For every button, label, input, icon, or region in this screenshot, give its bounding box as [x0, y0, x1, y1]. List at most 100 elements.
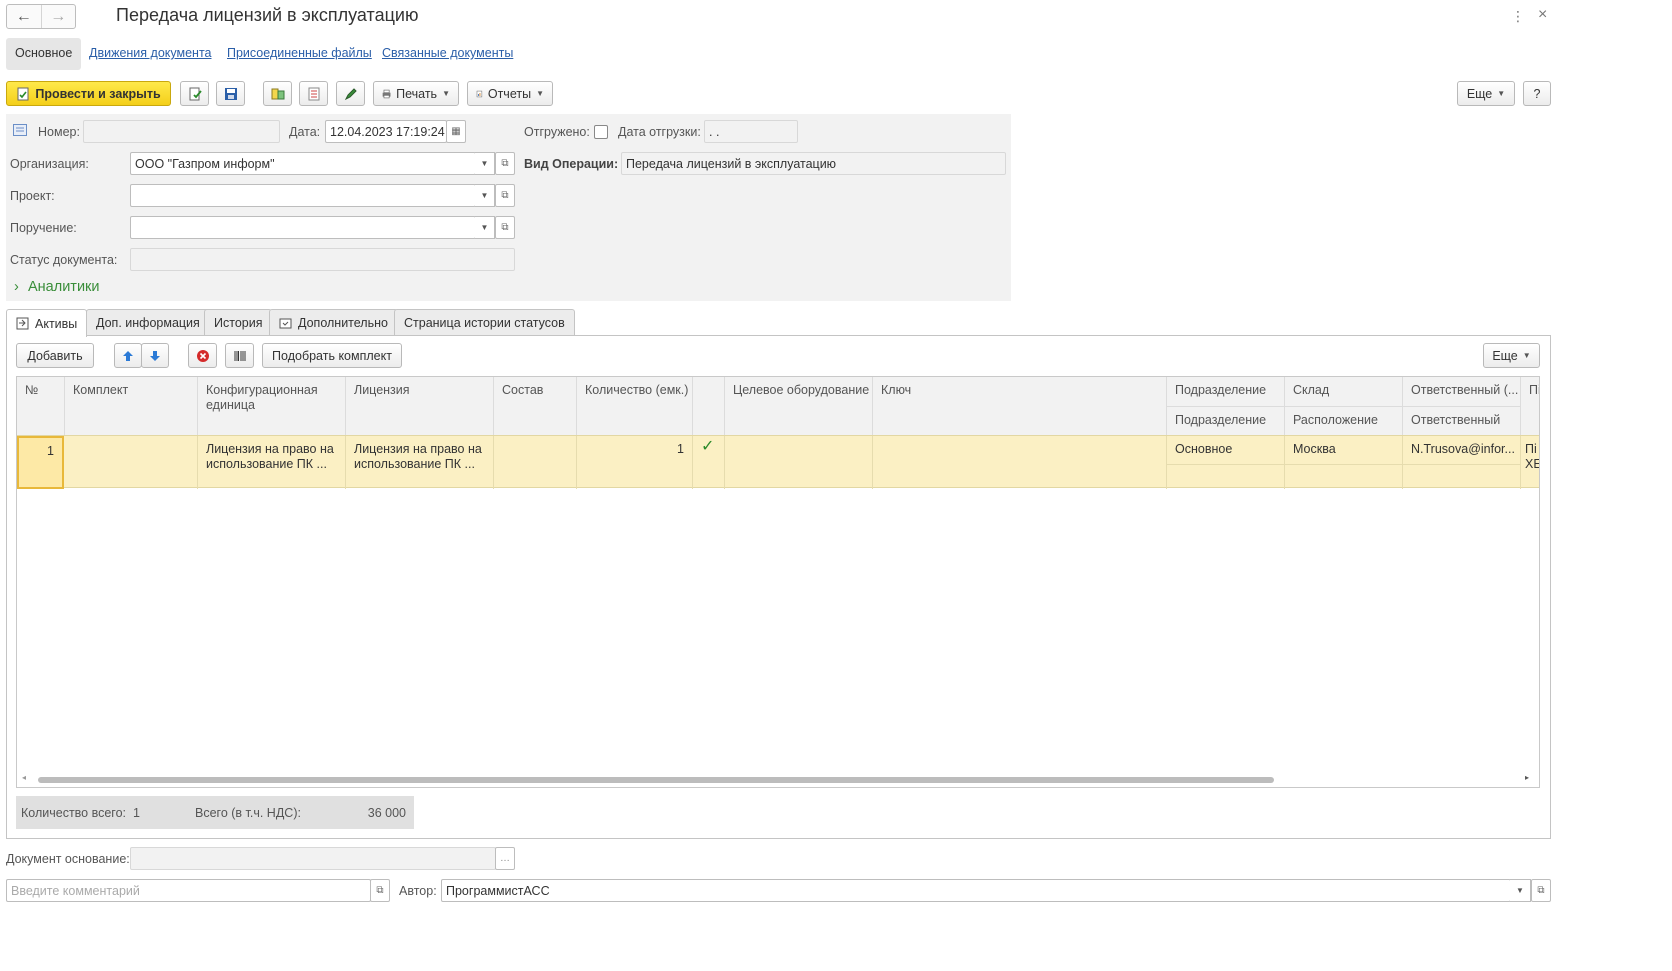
reports-label: Отчеты — [487, 86, 532, 101]
subheader-division[interactable]: Подразделение — [1167, 406, 1285, 435]
column-header-config-unit[interactable]: Конфигурационная единица — [198, 377, 346, 435]
cell-kit[interactable] — [65, 436, 198, 489]
tab-additional[interactable]: Дополнительно — [269, 309, 398, 336]
tab-status-history[interactable]: Страница истории статусов — [394, 309, 575, 336]
delete-row-button[interactable] — [188, 343, 217, 368]
scroll-right-icon[interactable]: ▸ — [1525, 773, 1529, 782]
project-field[interactable] — [130, 184, 476, 207]
column-header-key[interactable]: Ключ — [873, 377, 1167, 435]
cell-quantity[interactable]: 1 — [577, 436, 693, 489]
horizontal-scrollbar[interactable]: ◂ ▸ — [22, 773, 1534, 783]
column-header-next[interactable]: Пі — [1521, 377, 1539, 435]
column-header-responsible[interactable]: Ответственный (... — [1403, 377, 1521, 406]
document-status-field[interactable] — [130, 248, 515, 271]
move-down-button[interactable] — [141, 343, 169, 368]
table-more-button[interactable]: Еще ▼ — [1483, 343, 1540, 368]
column-header-flag[interactable] — [693, 377, 725, 435]
total-count-value: 1 — [133, 806, 140, 820]
column-header-composition[interactable]: Состав — [494, 377, 577, 435]
assignment-dropdown[interactable]: ▼ — [475, 216, 495, 239]
tab-history[interactable]: История — [204, 309, 273, 336]
cell-responsible[interactable]: N.Trusova@infor... — [1403, 436, 1521, 464]
move-up-button[interactable] — [114, 343, 142, 368]
organization-open-button[interactable]: ⧉ — [495, 152, 515, 175]
more-button[interactable]: Еще ▼ — [1457, 81, 1515, 106]
scrollbar-thumb[interactable] — [38, 777, 1274, 783]
add-row-button[interactable]: Добавить — [16, 343, 94, 368]
cell-config-unit[interactable]: Лицензия на право на использование ПК ..… — [198, 436, 346, 489]
pick-kit-button[interactable]: Подобрать комплект — [262, 343, 402, 368]
shipped-checkbox[interactable] — [594, 125, 608, 139]
tab-assets[interactable]: Активы — [6, 309, 88, 337]
project-dropdown[interactable]: ▼ — [475, 184, 495, 207]
print-button[interactable]: Печать ▼ — [373, 81, 459, 106]
cell-division[interactable]: Основное — [1167, 436, 1285, 464]
cell-responsible-sub[interactable] — [1403, 464, 1521, 489]
cell-target-equipment[interactable] — [725, 436, 873, 489]
save-button[interactable] — [216, 81, 245, 106]
organization-dropdown[interactable]: ▼ — [475, 152, 495, 175]
tab-assets-label: Активы — [35, 316, 78, 331]
check-icon[interactable]: ✓ — [693, 436, 725, 489]
cell-license[interactable]: Лицензия на право на использование ПК ..… — [346, 436, 494, 489]
structure-button[interactable] — [263, 81, 292, 106]
ship-date-field[interactable]: . . — [704, 120, 798, 143]
back-button[interactable]: ← — [7, 5, 41, 28]
post-button[interactable] — [180, 81, 209, 106]
author-dropdown[interactable]: ▼ — [1510, 879, 1531, 902]
tab-document-movements[interactable]: Движения документа — [80, 38, 220, 70]
window-menu-icon[interactable]: ⋮ — [1511, 8, 1525, 25]
barcode-button[interactable] — [225, 343, 254, 368]
cell-composition[interactable] — [494, 436, 577, 489]
assignment-field[interactable] — [130, 216, 476, 239]
tab-attached-files[interactable]: Присоединенные файлы — [218, 38, 381, 70]
organization-field[interactable]: ООО "Газпром информ" — [130, 152, 476, 175]
tab-extra-info[interactable]: Доп. информация — [86, 309, 210, 336]
column-header-warehouse[interactable]: Склад — [1285, 377, 1403, 406]
basis-select-button[interactable]: … — [495, 847, 515, 870]
scroll-left-icon[interactable]: ◂ — [22, 773, 26, 782]
author-field[interactable]: ПрограммистАСС — [441, 879, 1511, 902]
basis-document-field[interactable] — [130, 847, 496, 870]
tab-main[interactable]: Основное — [6, 38, 82, 70]
subheader-responsible[interactable]: Ответственный — [1403, 406, 1521, 435]
cell-key[interactable] — [873, 436, 1167, 489]
column-header-license[interactable]: Лицензия — [346, 377, 494, 435]
cell-next[interactable]: Пі ХЕ — [1521, 436, 1539, 489]
edit-button[interactable] — [336, 81, 365, 106]
reports-button[interactable]: Отчеты ▼ — [467, 81, 553, 106]
help-button[interactable]: ? — [1523, 81, 1551, 106]
cell-warehouse[interactable]: Москва — [1285, 436, 1403, 464]
analytics-group-toggle[interactable]: › Аналитики — [14, 279, 100, 295]
assignment-open-button[interactable]: ⧉ — [495, 216, 515, 239]
project-open-button[interactable]: ⧉ — [495, 184, 515, 207]
comment-field[interactable]: Введите комментарий — [6, 879, 371, 902]
cell-location-sub[interactable] — [1285, 464, 1403, 489]
author-label: Автор: — [399, 884, 437, 898]
column-header-quantity[interactable]: Количество (емк.) — [577, 377, 693, 435]
column-header-number[interactable]: № — [17, 377, 65, 435]
operation-type-field[interactable]: Передача лицензий в эксплуатацию — [621, 152, 1006, 175]
calendar-button[interactable]: ▦ — [446, 120, 466, 143]
cell-division-sub[interactable] — [1167, 464, 1285, 489]
date-field[interactable]: 12.04.2023 17:19:24 — [325, 120, 447, 143]
chevron-down-icon: ▼ — [480, 191, 489, 200]
document-post-icon — [17, 87, 29, 100]
comment-placeholder: Введите комментарий — [11, 883, 140, 898]
journal-button[interactable] — [299, 81, 328, 106]
cell-number[interactable]: 1 — [17, 436, 64, 489]
column-header-kit[interactable]: Комплект — [65, 377, 198, 435]
column-header-division[interactable]: Подразделение — [1167, 377, 1285, 406]
tab-related-documents[interactable]: Связанные документы — [373, 38, 522, 70]
number-field[interactable] — [83, 120, 280, 143]
ship-date-label: Дата отгрузки: — [618, 125, 701, 139]
column-header-target-equipment[interactable]: Целевое оборудование — [725, 377, 873, 435]
close-icon[interactable]: × — [1538, 6, 1547, 24]
author-open-button[interactable]: ⧉ — [1531, 879, 1551, 902]
forward-button[interactable]: → — [40, 5, 76, 28]
comment-open-button[interactable]: ⧉ — [370, 879, 390, 902]
number-label: Номер: — [38, 125, 80, 139]
table-row[interactable]: 1 Лицензия на право на использование ПК … — [17, 435, 1539, 489]
subheader-location[interactable]: Расположение — [1285, 406, 1403, 435]
post-and-close-button[interactable]: Провести и закрыть — [6, 81, 171, 106]
